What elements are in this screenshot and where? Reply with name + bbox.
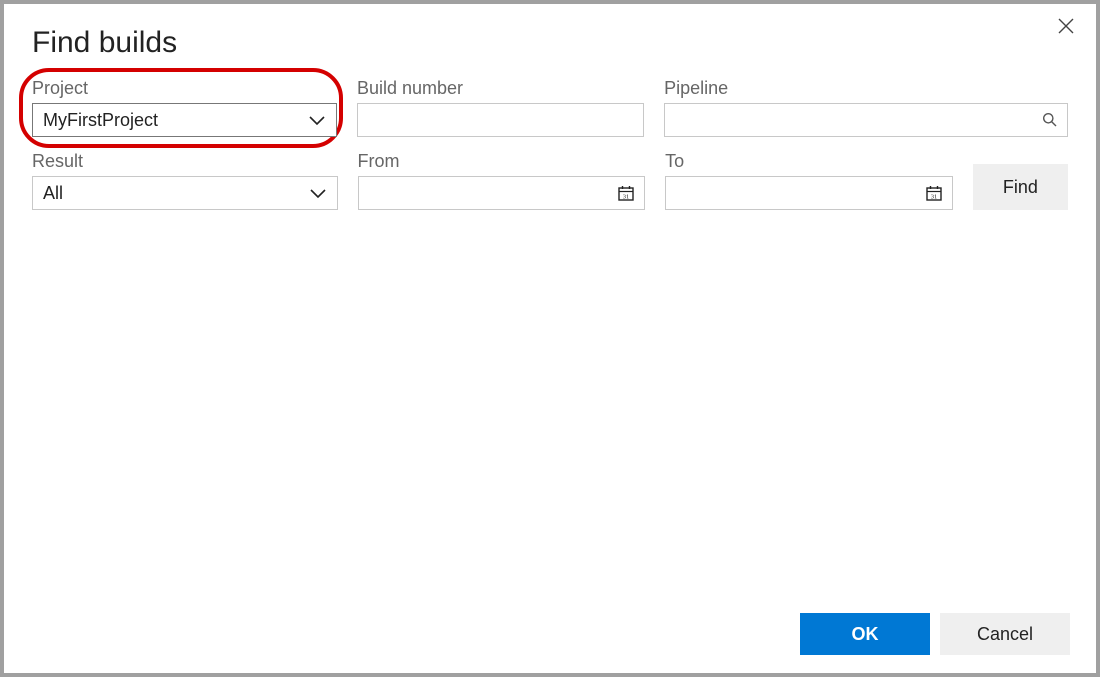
from-label: From [358,151,646,172]
chevron-down-icon [298,114,336,126]
from-input-wrap: 31 [358,176,646,210]
pipeline-field: Pipeline [664,78,1068,137]
close-button[interactable] [1050,12,1082,42]
chevron-down-icon [299,187,337,199]
svg-text:31: 31 [931,194,938,201]
close-icon [1058,14,1074,39]
project-select-value: MyFirstProject [33,110,298,131]
to-input[interactable] [666,177,921,209]
find-button[interactable]: Find [973,164,1068,210]
result-select-value: All [33,183,299,204]
build-number-label: Build number [357,78,644,99]
calendar-icon[interactable]: 31 [613,184,644,202]
build-number-input-wrap [357,103,644,137]
ok-button[interactable]: OK [800,613,930,655]
result-field: Result All [32,151,338,210]
from-input[interactable] [359,177,614,209]
svg-text:31: 31 [623,194,630,201]
dialog-footer: OK Cancel [800,613,1070,655]
build-number-field: Build number [357,78,644,137]
form-area: Project MyFirstProject Build number Pipe… [4,78,1096,224]
search-icon[interactable] [1038,112,1067,128]
calendar-icon[interactable]: 31 [921,184,952,202]
form-row-1: Project MyFirstProject Build number Pipe… [32,78,1068,137]
to-input-wrap: 31 [665,176,953,210]
cancel-button[interactable]: Cancel [940,613,1070,655]
result-select[interactable]: All [32,176,338,210]
form-row-2: Result All From 31 To [32,151,1068,210]
pipeline-input-wrap [664,103,1068,137]
project-select[interactable]: MyFirstProject [32,103,337,137]
build-number-input[interactable] [358,104,643,136]
project-label: Project [32,78,337,99]
result-label: Result [32,151,338,172]
project-field: Project MyFirstProject [32,78,337,137]
pipeline-input[interactable] [665,104,1038,136]
to-label: To [665,151,953,172]
find-builds-dialog: Find builds Project MyFirstProject Build… [4,4,1096,673]
from-field: From 31 [358,151,646,210]
to-field: To 31 [665,151,953,210]
pipeline-label: Pipeline [664,78,1068,99]
dialog-title: Find builds [4,4,1096,78]
